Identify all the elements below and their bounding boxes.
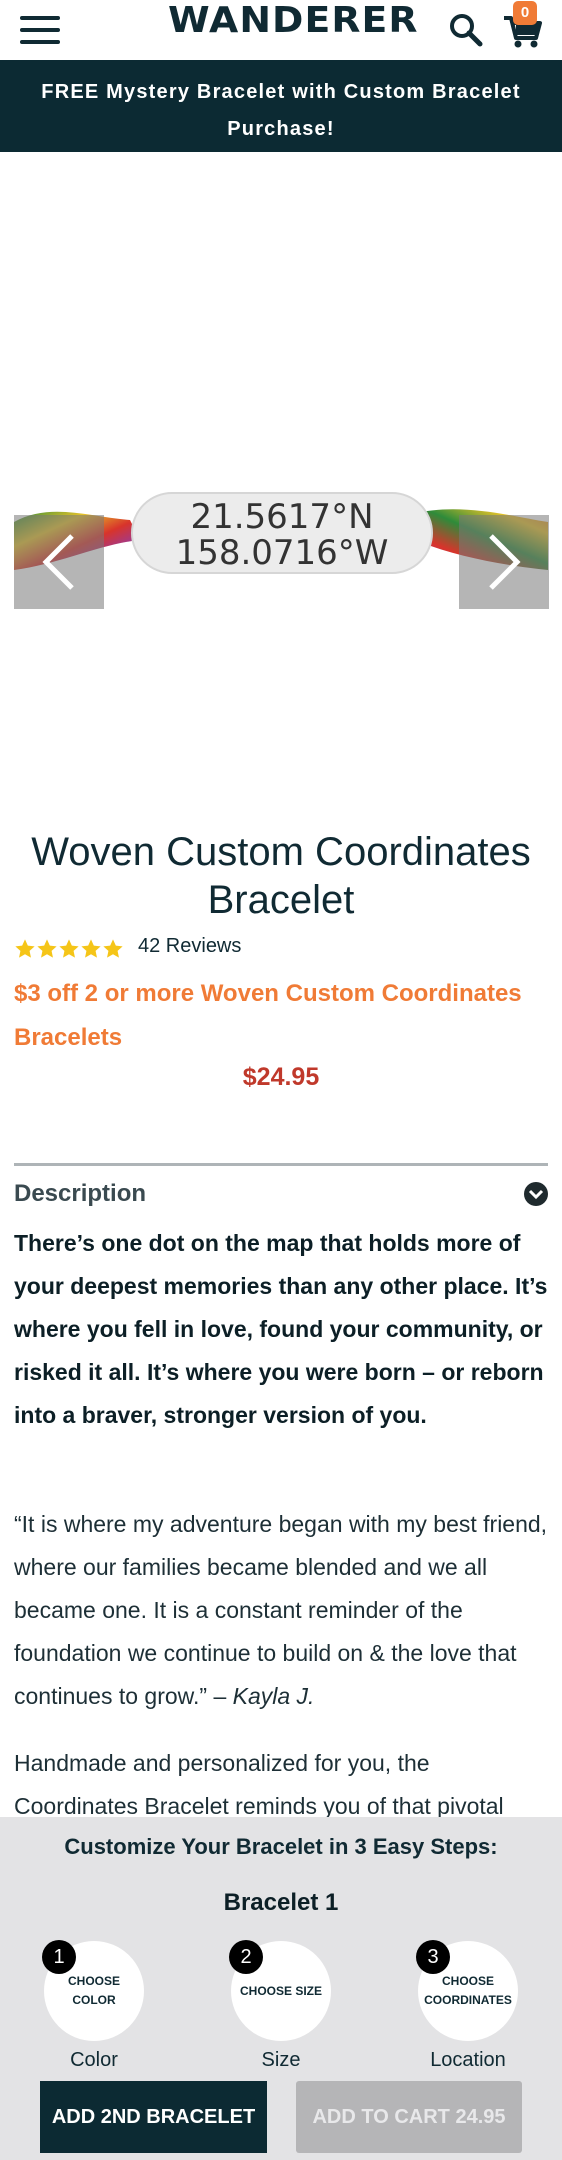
add-to-cart-button[interactable]: ADD TO CART 24.95 [296,2081,522,2153]
brand-logo[interactable]: WANDERER [168,0,419,41]
hamburger-menu-icon[interactable] [20,16,62,46]
star-icon [81,939,101,958]
step-number-badge: 3 [416,1940,450,1974]
bracelet-label: Bracelet 1 [223,1889,339,1916]
star-rating[interactable] [14,936,124,962]
carousel-next-button[interactable] [459,515,549,609]
step-caption-color: Color [70,2049,118,2071]
bracelet-coord-latitude: 21.5617°N [190,497,373,537]
product-price: $24.95 [242,1063,320,1091]
cart-count-badge: 0 [513,1,537,25]
step-choose-coordinates[interactable]: CHOOSE COORDINATES 3 [416,1940,518,2041]
quote-author: Kayla J. [232,1683,315,1709]
step-number-badge: 1 [42,1940,76,1974]
customizer-heading: Customize Your Bracelet in 3 Easy Steps: [64,1834,498,1859]
add-second-bracelet-button[interactable]: ADD 2ND BRACELET [40,2081,267,2153]
chevron-right-icon [489,534,521,590]
star-icon [59,939,79,958]
search-icon[interactable] [448,12,484,48]
bundle-discount-link[interactable]: $3 off 2 or more Woven Custom Coordinate… [14,972,544,1060]
reviews-link[interactable]: 42 Reviews [138,935,241,958]
chevron-left-icon [42,534,74,590]
step-choose-size[interactable]: CHOOSE SIZE 2 [229,1940,331,2041]
description-lead: There’s one dot on the map that holds mo… [14,1230,548,1428]
customizer-panel: Customize Your Bracelet in 3 Easy Steps:… [0,1817,562,2160]
step-caption-location: Location [430,2049,506,2071]
description-toggle[interactable]: Description [14,1172,548,1216]
section-divider [14,1163,548,1166]
carousel-prev-button[interactable] [14,515,104,609]
star-icon [15,939,35,958]
step-choose-color[interactable]: CHOOSE COLOR 1 [42,1940,144,2041]
product-image-carousel[interactable]: 21.5617°N 158.0716°W [0,152,562,832]
site-header: WANDERER 0 [0,0,562,60]
description-quote: “It is where my adventure began with my … [14,1511,548,1709]
star-icon [103,939,123,958]
step-caption-size: Size [261,2049,301,2071]
star-icon [37,939,57,958]
step-number-badge: 2 [229,1940,263,1974]
chevron-down-icon [524,1182,548,1206]
description-heading: Description [14,1180,147,1207]
bracelet-coord-longitude: 158.0716°W [176,533,389,573]
description-body: Handmade and personalized for you, the C… [14,1750,504,1819]
promo-banner[interactable]: FREE Mystery Bracelet with Custom Bracel… [0,60,562,152]
product-title: Woven Custom Coordinates Bracelet [31,830,531,922]
